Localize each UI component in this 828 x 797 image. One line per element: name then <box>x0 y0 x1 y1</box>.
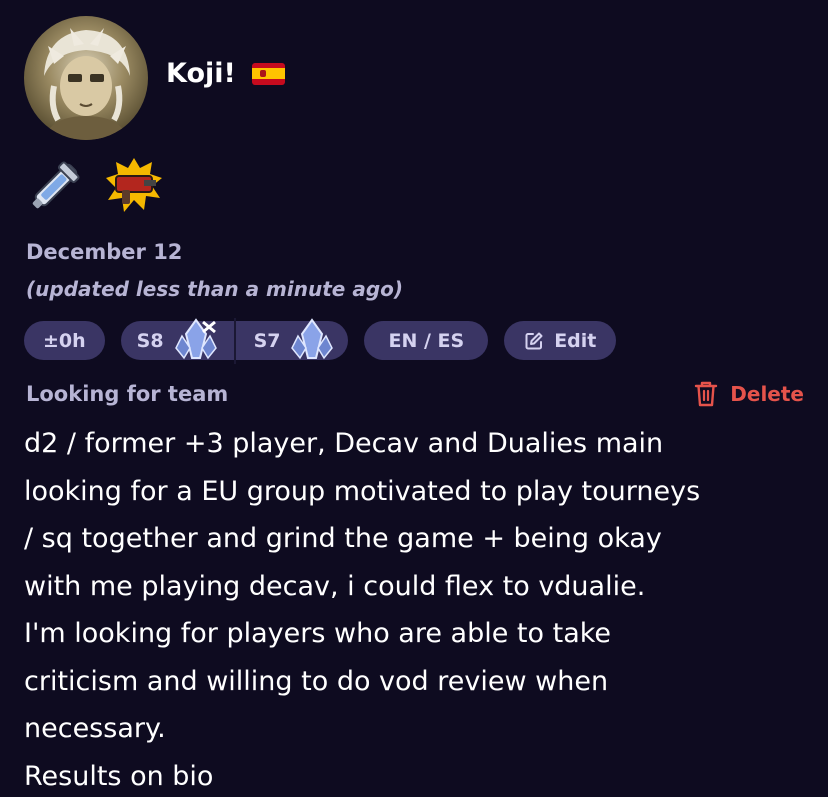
post-description: d2 / former +3 player, Decav and Dualies… <box>24 420 814 797</box>
edit-icon <box>525 332 543 349</box>
rank-season-label: S7 <box>253 329 281 352</box>
delete-label: Delete <box>730 382 804 406</box>
profile-card: Koji! December 12 (updated less than a m… <box>0 0 828 797</box>
splat-weapon-badge-icon <box>106 158 162 212</box>
description-line: / sq together and grind the game + being… <box>24 523 662 554</box>
description-line: necessary. <box>24 713 166 744</box>
delete-button[interactable]: Delete <box>694 380 804 408</box>
timezone-badge: ±0h <box>24 321 105 360</box>
rank-badge: S8 S7 <box>120 317 349 364</box>
username[interactable]: Koji! <box>166 58 236 89</box>
rank-season-s7: S7 <box>233 317 339 364</box>
edit-button[interactable]: Edit <box>504 321 617 360</box>
rank-season-s8: S8 <box>136 317 234 364</box>
updated-timestamp: (updated less than a minute ago) <box>26 277 404 301</box>
weapon-badge-icon <box>32 161 80 209</box>
post-date: December 12 <box>26 240 183 264</box>
trash-icon <box>695 381 718 407</box>
avatar[interactable] <box>24 16 148 140</box>
rank-crystal-icon <box>174 317 217 359</box>
description-line: with me playing decav, i could flex to v… <box>24 570 646 602</box>
username-row: Koji! <box>166 58 285 89</box>
description-line: looking for a EU group motivated to play… <box>24 475 701 507</box>
post-type-label: Looking for team <box>26 382 229 406</box>
description-line: Results on bio <box>24 760 214 792</box>
badges <box>26 154 164 216</box>
post-tags: ±0h S8 S7 EN / ES Edit <box>24 317 617 364</box>
rank-crystal-icon <box>291 317 334 359</box>
languages-badge: EN / ES <box>364 321 489 360</box>
spain-flag-icon <box>251 62 285 85</box>
description-line: d2 / former +3 player, Decav and Dualies… <box>24 428 664 459</box>
description-line: I'm looking for players who are able to … <box>24 618 612 649</box>
description-line: criticism and willing to do vod review w… <box>24 665 609 697</box>
edit-label: Edit <box>554 329 597 352</box>
rank-season-label: S8 <box>136 329 164 352</box>
